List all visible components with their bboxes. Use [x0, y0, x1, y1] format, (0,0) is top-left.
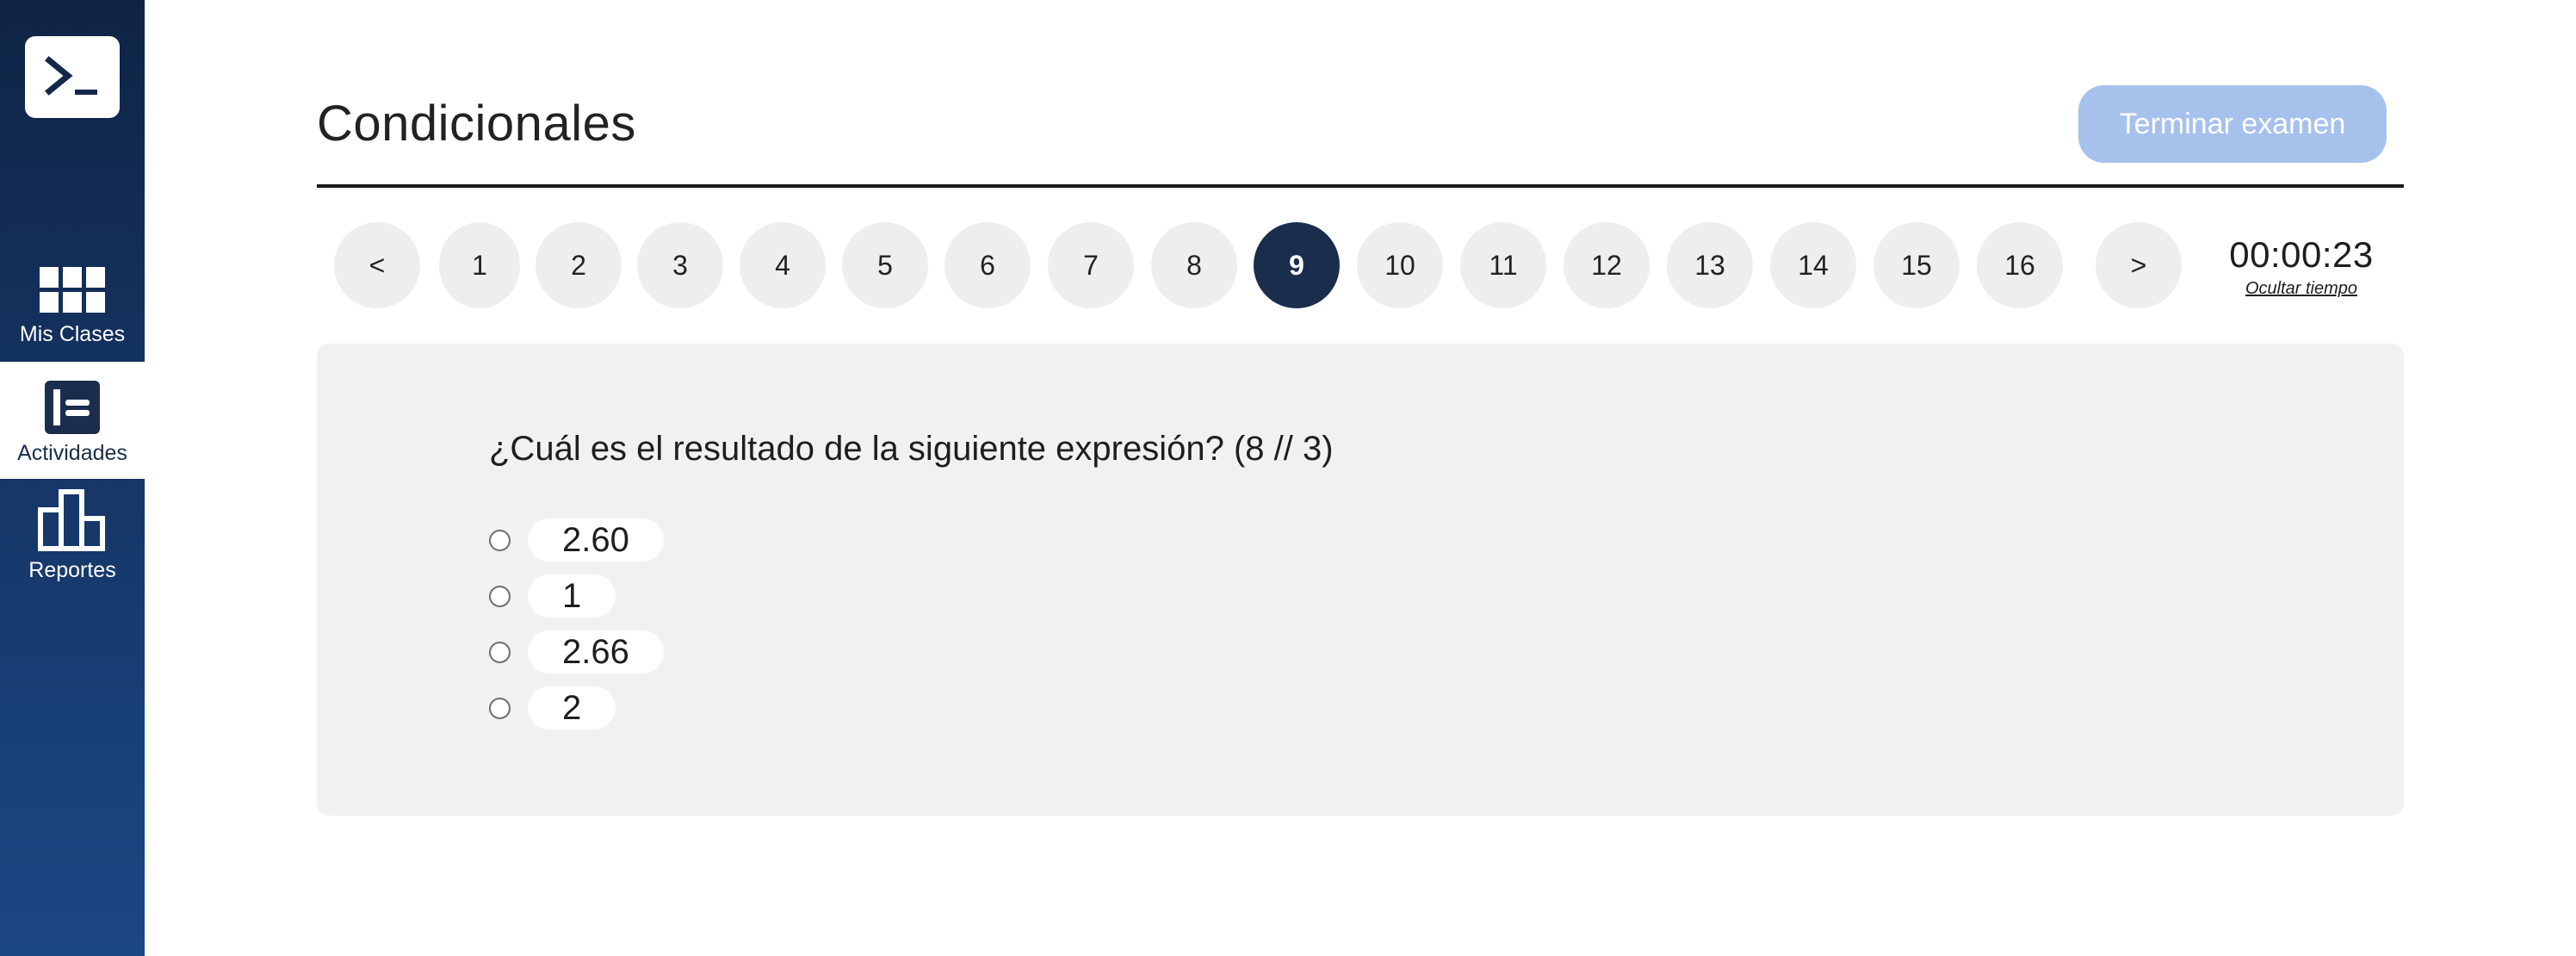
- terminal-prompt-icon: [45, 55, 97, 96]
- question-number-button[interactable]: 8: [1151, 222, 1237, 308]
- sidebar-item-actividades[interactable]: Actividades: [0, 362, 145, 479]
- finish-exam-button[interactable]: Terminar examen: [2078, 85, 2387, 163]
- hide-time-link[interactable]: Ocultar tiempo: [2245, 279, 2357, 299]
- app-logo[interactable]: [25, 36, 120, 118]
- question-number-button[interactable]: 12: [1564, 222, 1650, 308]
- bar-chart-icon: [38, 489, 105, 551]
- question-number-button[interactable]: 4: [740, 222, 826, 308]
- title-divider: [317, 184, 2404, 188]
- radio-button[interactable]: [489, 529, 511, 551]
- question-panel: ¿Cuál es el resultado de la siguiente ex…: [317, 344, 2404, 816]
- sidebar: Mis Clases grid-icon Actividades Reporte…: [0, 0, 145, 956]
- answer-option-label: 2.60: [528, 518, 664, 562]
- timer: 00:00:23 Ocultar tiempo: [2228, 234, 2375, 299]
- answer-option-label: 1: [528, 574, 616, 618]
- question-number-button[interactable]: 10: [1357, 222, 1443, 308]
- sidebar-item-label: Actividades: [17, 441, 127, 465]
- grid-icon: [40, 267, 105, 313]
- question-number-button[interactable]: 11: [1460, 222, 1546, 308]
- answer-option-label: 2: [528, 686, 616, 729]
- radio-button[interactable]: [489, 641, 511, 663]
- next-question-button[interactable]: >: [2096, 222, 2182, 308]
- question-number-button[interactable]: 16: [1977, 222, 2063, 308]
- question-number-button[interactable]: 6: [944, 222, 1031, 308]
- question-text: ¿Cuál es el resultado de la siguiente ex…: [489, 430, 1334, 468]
- question-number-button[interactable]: 1: [439, 222, 520, 308]
- answer-options: 2.60 1 2.66 2: [489, 518, 664, 742]
- question-number-button[interactable]: 3: [637, 222, 723, 308]
- sidebar-item-label: Mis Clases: [19, 322, 126, 346]
- answer-option-label: 2.66: [528, 630, 664, 674]
- page-title: Condicionales: [317, 96, 636, 152]
- activity-list-icon: [45, 381, 100, 434]
- prev-question-button[interactable]: <: [334, 222, 420, 308]
- answer-option[interactable]: 2.66: [489, 630, 664, 674]
- question-number-button-current[interactable]: 9: [1254, 222, 1340, 308]
- radio-button[interactable]: [489, 585, 511, 607]
- timer-value: 00:00:23: [2229, 234, 2374, 275]
- answer-option[interactable]: 1: [489, 574, 664, 618]
- question-number-button[interactable]: 7: [1048, 222, 1134, 308]
- answer-option[interactable]: 2: [489, 686, 664, 729]
- question-number-button[interactable]: 5: [842, 222, 928, 308]
- radio-button[interactable]: [489, 697, 511, 719]
- question-number-button[interactable]: 2: [536, 222, 622, 308]
- answer-option[interactable]: 2.60: [489, 518, 664, 562]
- question-number-button[interactable]: 13: [1667, 222, 1753, 308]
- question-number-button[interactable]: 14: [1770, 222, 1856, 308]
- sidebar-item-reportes[interactable]: Reportes: [0, 489, 145, 606]
- sidebar-item-label: Reportes: [28, 558, 116, 582]
- question-number-button[interactable]: 15: [1873, 222, 1960, 308]
